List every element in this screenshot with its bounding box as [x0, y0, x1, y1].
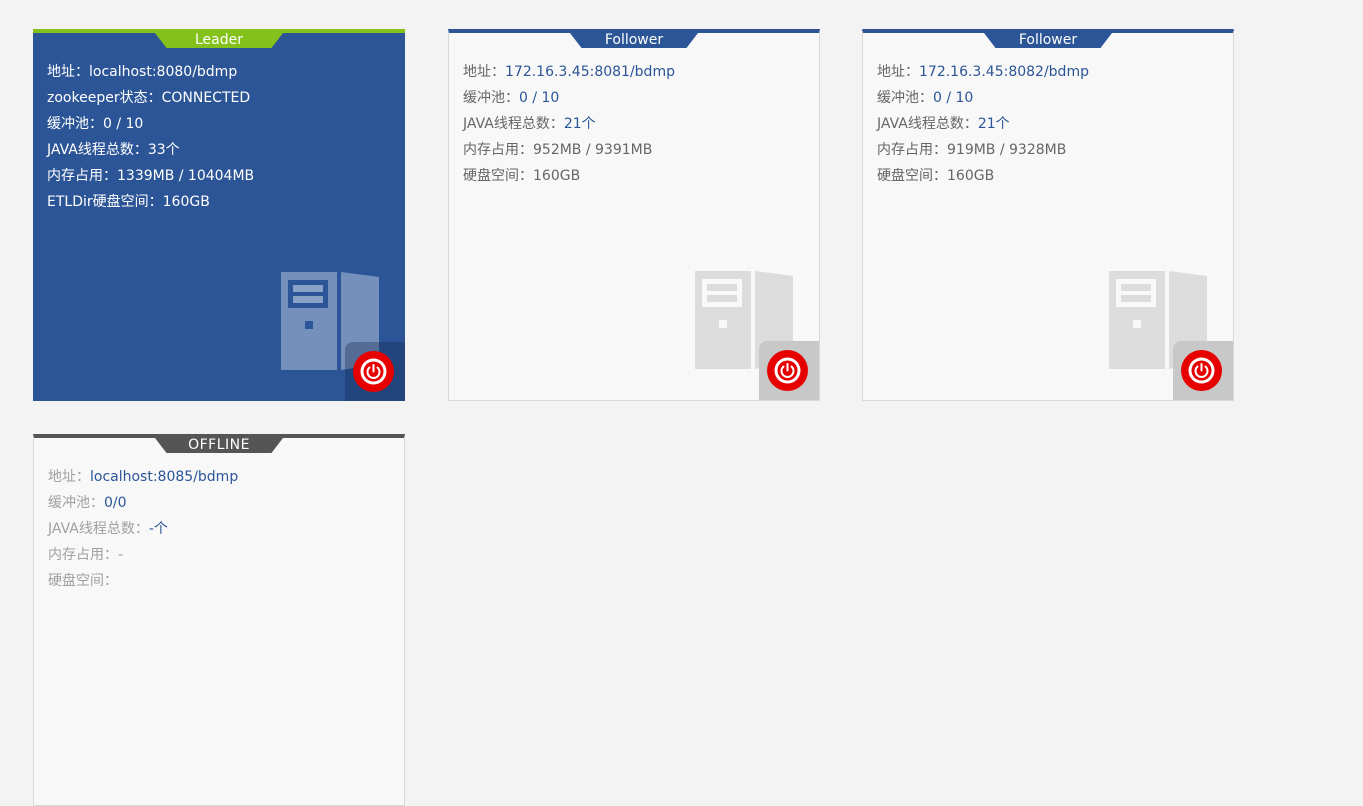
- node-info-list: 地址：172.16.3.45:8082/bdmp 缓冲池：0 / 10 JAVA…: [877, 59, 1223, 189]
- info-value: 1339MB / 10404MB: [117, 168, 255, 184]
- info-row-address: 地址：localhost:8085/bdmp: [48, 464, 394, 490]
- node-role-tab: OFFLINE: [155, 438, 283, 453]
- info-value: 21个: [563, 116, 596, 132]
- info-label: zookeeper状态：: [47, 90, 162, 106]
- info-row-disk: 硬盘空间：160GB: [877, 163, 1223, 189]
- info-label: ETLDir硬盘空间：: [47, 194, 163, 210]
- info-value: 33个: [147, 142, 180, 158]
- info-row-memory: 内存占用：952MB / 9391MB: [463, 137, 809, 163]
- info-value: CONNECTED: [161, 90, 251, 106]
- power-button[interactable]: [767, 350, 808, 391]
- info-label: 内存占用：: [48, 547, 118, 563]
- info-value: 160GB: [947, 168, 995, 184]
- info-label: 内存占用：: [463, 142, 533, 158]
- info-label: 地址：: [48, 469, 90, 485]
- leader-node-card: Leader 地址：localhost:8080/bdmp zookeeper状…: [33, 29, 405, 401]
- info-row-disk: 硬盘空间：160GB: [463, 163, 809, 189]
- info-value: 0 / 10: [933, 90, 974, 106]
- info-label: 缓冲池：: [48, 495, 104, 511]
- info-value: 172.16.3.45:8082/bdmp: [919, 64, 1089, 80]
- info-value: 0 / 10: [519, 90, 560, 106]
- info-label: JAVA线程总数：: [48, 521, 149, 537]
- info-value: localhost:8085/bdmp: [90, 469, 239, 485]
- info-value: 172.16.3.45:8081/bdmp: [505, 64, 675, 80]
- info-value: 21个: [977, 116, 1010, 132]
- node-role-tab: Follower: [570, 33, 698, 48]
- power-button[interactable]: [1181, 350, 1222, 391]
- info-value: 0/0: [104, 495, 127, 511]
- info-row-pool: 缓冲池：0 / 10: [463, 85, 809, 111]
- info-label: JAVA线程总数：: [877, 116, 978, 132]
- info-label: 地址：: [877, 64, 919, 80]
- info-row-pool: 缓冲池：0 / 10: [877, 85, 1223, 111]
- info-label: 内存占用：: [47, 168, 117, 184]
- info-row-memory: 内存占用：919MB / 9328MB: [877, 137, 1223, 163]
- info-value: 160GB: [533, 168, 581, 184]
- info-label: JAVA线程总数：: [47, 142, 148, 158]
- power-button[interactable]: [353, 351, 394, 392]
- power-icon: [360, 358, 387, 385]
- info-row-address: 地址：172.16.3.45:8082/bdmp: [877, 59, 1223, 85]
- offline-node-card: OFFLINE 地址：localhost:8085/bdmp 缓冲池：0/0 J…: [33, 434, 405, 806]
- info-row-disk: ETLDir硬盘空间：160GB: [47, 189, 395, 215]
- info-value: localhost:8080/bdmp: [89, 64, 238, 80]
- info-row-threads: JAVA线程总数：21个: [877, 111, 1223, 137]
- info-label: 地址：: [47, 64, 89, 80]
- info-value: 160GB: [162, 194, 210, 210]
- info-value: 919MB / 9328MB: [947, 142, 1067, 158]
- info-row-pool: 缓冲池：0/0: [48, 490, 394, 516]
- info-row-memory: 内存占用：-: [48, 542, 394, 568]
- info-label: 缓冲池：: [463, 90, 519, 106]
- info-value: 0 / 10: [103, 116, 144, 132]
- info-row-threads: JAVA线程总数：-个: [48, 516, 394, 542]
- power-control-area: [345, 342, 405, 401]
- info-value: 952MB / 9391MB: [533, 142, 653, 158]
- info-label: 内存占用：: [877, 142, 947, 158]
- info-row-threads: JAVA线程总数：21个: [463, 111, 809, 137]
- info-value: -: [118, 547, 124, 563]
- node-role-tab: Follower: [984, 33, 1112, 48]
- info-row-memory: 内存占用：1339MB / 10404MB: [47, 163, 395, 189]
- info-row-threads: JAVA线程总数：33个: [47, 137, 395, 163]
- info-label: 地址：: [463, 64, 505, 80]
- info-value: -个: [148, 521, 168, 537]
- power-control-area: [1173, 341, 1233, 400]
- info-label: 硬盘空间：: [877, 168, 947, 184]
- info-row-zookeeper: zookeeper状态：CONNECTED: [47, 85, 395, 111]
- info-row-disk: 硬盘空间：: [48, 568, 394, 594]
- node-role-tab: Leader: [155, 33, 283, 48]
- follower-node-card: Follower 地址：172.16.3.45:8082/bdmp 缓冲池：0 …: [862, 29, 1234, 401]
- info-label: 硬盘空间：: [463, 168, 533, 184]
- power-icon: [774, 357, 801, 384]
- info-label: 缓冲池：: [877, 90, 933, 106]
- follower-node-card: Follower 地址：172.16.3.45:8081/bdmp 缓冲池：0 …: [448, 29, 820, 401]
- node-info-list: 地址：localhost:8085/bdmp 缓冲池：0/0 JAVA线程总数：…: [48, 464, 394, 594]
- info-label: 硬盘空间：: [48, 573, 118, 589]
- info-row-pool: 缓冲池：0 / 10: [47, 111, 395, 137]
- power-icon: [1188, 357, 1215, 384]
- info-label: JAVA线程总数：: [463, 116, 564, 132]
- node-info-list: 地址：localhost:8080/bdmp zookeeper状态：CONNE…: [47, 59, 395, 215]
- info-row-address: 地址：localhost:8080/bdmp: [47, 59, 395, 85]
- node-info-list: 地址：172.16.3.45:8081/bdmp 缓冲池：0 / 10 JAVA…: [463, 59, 809, 189]
- info-label: 缓冲池：: [47, 116, 103, 132]
- info-row-address: 地址：172.16.3.45:8081/bdmp: [463, 59, 809, 85]
- power-control-area: [759, 341, 819, 400]
